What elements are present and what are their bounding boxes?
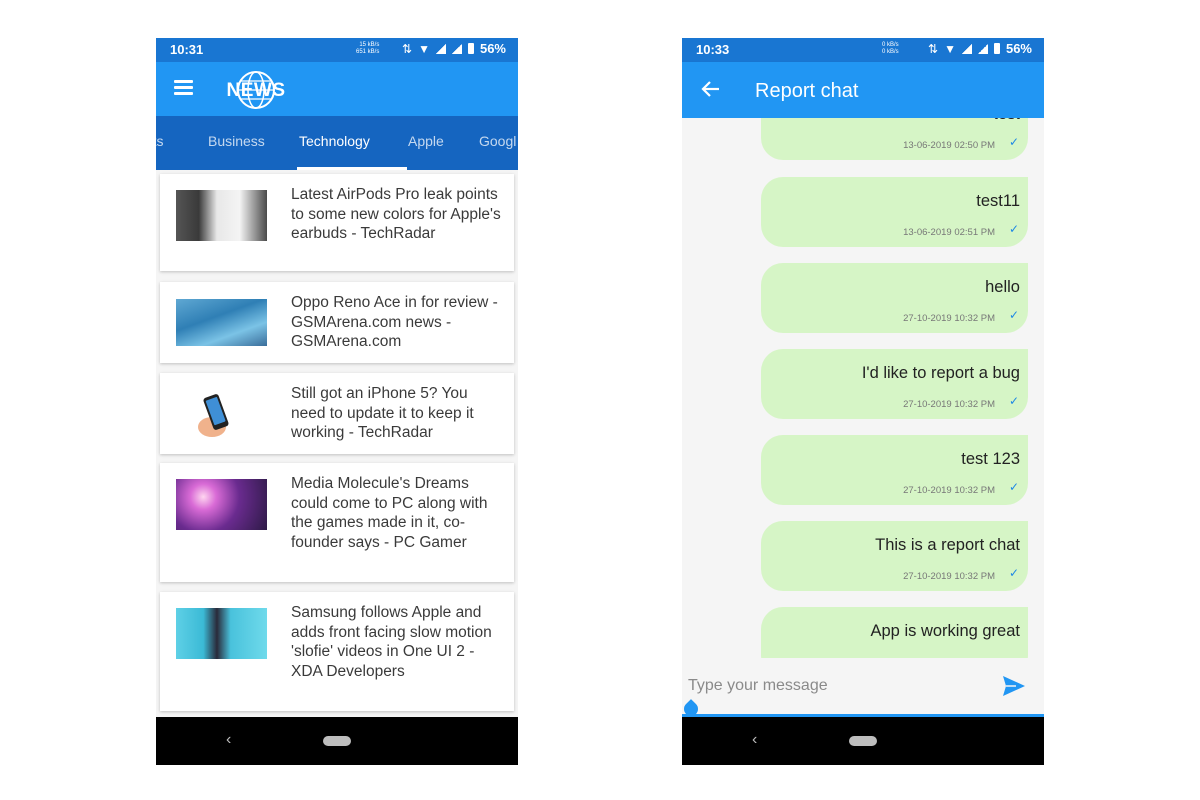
- app-bar: Report chat: [682, 62, 1044, 118]
- back-arrow-icon[interactable]: [700, 78, 722, 100]
- news-card[interactable]: Oppo Reno Ace in for review - GSMArena.c…: [160, 282, 514, 363]
- check-icon: ✓: [1008, 222, 1019, 236]
- news-title: Latest AirPods Pro leak points to some n…: [291, 186, 501, 242]
- check-icon: ✓: [1008, 135, 1019, 149]
- message-input[interactable]: [688, 672, 978, 700]
- oppo-phone-thumbnail: [176, 299, 267, 346]
- message-text: test: [993, 118, 1020, 124]
- message-text: I'd like to report a bug: [861, 364, 1020, 382]
- signal-icon: [977, 43, 988, 54]
- wifi-icon: ▼: [418, 41, 430, 56]
- one-ui-thumbnail: [176, 608, 267, 659]
- message-text: App is working great: [870, 622, 1021, 640]
- status-bar: 10:31 15 kB/s 651 kB/s ⇅ ▼ 56%: [156, 38, 518, 62]
- message-bubble[interactable]: test 13-06-2019 02:50 PM ✓: [761, 118, 1028, 160]
- message-timestamp: 27-10-2019 10:32 PM: [903, 571, 995, 582]
- message-text: This is a report chat: [875, 536, 1020, 554]
- news-title: Oppo Reno Ace in for review - GSMArena.c…: [291, 294, 498, 350]
- signal-icon: [961, 43, 972, 54]
- nav-back-button[interactable]: ‹: [752, 731, 757, 749]
- system-nav-bar: ‹: [682, 717, 1044, 765]
- news-title: Samsung follows Apple and adds front fac…: [291, 604, 492, 680]
- nav-home-button[interactable]: [849, 736, 877, 746]
- message-bubble[interactable]: test11 13-06-2019 02:51 PM ✓: [761, 177, 1028, 247]
- message-timestamp: 27-10-2019 10:32 PM: [903, 399, 995, 410]
- message-bubble[interactable]: hello 27-10-2019 10:32 PM ✓: [761, 263, 1028, 333]
- logo-text: NEWS: [226, 80, 286, 101]
- news-app-screen: 10:31 15 kB/s 651 kB/s ⇅ ▼ 56% NEWS s Bu…: [156, 38, 518, 765]
- message-timestamp: 13-06-2019 02:51 PM: [903, 227, 995, 238]
- wifi-icon: ▼: [944, 41, 956, 56]
- dreams-thumbnail: [176, 479, 267, 530]
- message-text: test11: [976, 192, 1020, 210]
- nav-home-button[interactable]: [323, 736, 351, 746]
- news-title: Media Molecule's Dreams could come to PC…: [291, 475, 488, 551]
- message-timestamp: 13-06-2019 02:50 PM: [903, 140, 995, 151]
- tab-business[interactable]: Business: [208, 133, 265, 149]
- send-icon[interactable]: [1002, 675, 1026, 697]
- message-bubble[interactable]: test 123 27-10-2019 10:32 PM ✓: [761, 435, 1028, 505]
- status-icons: ⇅ ▼ 56%: [402, 41, 506, 56]
- tab-sports[interactable]: rts: [156, 133, 164, 149]
- data-transfer-icon: ⇅: [402, 41, 413, 56]
- message-bubble[interactable]: App is working great: [761, 607, 1028, 658]
- battery-percent: 56%: [479, 41, 506, 56]
- battery-icon: [467, 43, 474, 54]
- battery-percent: 56%: [1005, 41, 1032, 56]
- news-card[interactable]: Latest AirPods Pro leak points to some n…: [160, 174, 514, 271]
- tab-apple[interactable]: Apple: [408, 133, 444, 149]
- signal-icon: [451, 43, 462, 54]
- signal-icon: [435, 43, 446, 54]
- news-logo: NEWS: [226, 70, 286, 110]
- news-card[interactable]: Media Molecule's Dreams could come to PC…: [160, 463, 514, 582]
- message-text: hello: [985, 278, 1020, 296]
- status-bar: 10:33 0 kB/s 0 kB/s ⇅ ▼ 56%: [682, 38, 1044, 62]
- message-bubble[interactable]: This is a report chat 27-10-2019 10:32 P…: [761, 521, 1028, 591]
- tab-indicator: [297, 167, 407, 170]
- check-icon: ✓: [1008, 566, 1019, 580]
- message-timestamp: 27-10-2019 10:32 PM: [903, 313, 995, 324]
- network-speed: 0 kB/s 0 kB/s: [882, 42, 899, 55]
- tab-google[interactable]: Googl: [479, 133, 516, 149]
- news-card[interactable]: Still got an iPhone 5? You need to updat…: [160, 373, 514, 454]
- status-icons: ⇅ ▼ 56%: [928, 41, 1032, 56]
- tab-technology[interactable]: Technology: [299, 133, 370, 149]
- iphone-hand-thumbnail: [176, 389, 267, 440]
- data-transfer-icon: ⇅: [928, 41, 939, 56]
- news-title: Still got an iPhone 5? You need to updat…: [291, 385, 474, 441]
- check-icon: ✓: [1008, 308, 1019, 322]
- news-card[interactable]: Samsung follows Apple and adds front fac…: [160, 592, 514, 711]
- category-tabs: rts Business Technology Apple Googl: [156, 116, 518, 170]
- message-bubble[interactable]: I'd like to report a bug 27-10-2019 10:3…: [761, 349, 1028, 419]
- message-timestamp: 27-10-2019 10:32 PM: [903, 485, 995, 496]
- battery-icon: [993, 43, 1000, 54]
- menu-icon[interactable]: [174, 80, 193, 95]
- message-composer: [682, 658, 1044, 719]
- network-speed: 15 kB/s 651 kB/s: [356, 42, 380, 55]
- system-nav-bar: ‹: [156, 717, 518, 765]
- chat-messages: test 13-06-2019 02:50 PM ✓ test11 13-06-…: [682, 118, 1044, 658]
- check-icon: ✓: [1008, 480, 1019, 494]
- nav-back-button[interactable]: ‹: [226, 731, 231, 749]
- report-chat-screen: 10:33 0 kB/s 0 kB/s ⇅ ▼ 56% Report chat …: [682, 38, 1044, 765]
- page-title: Report chat: [755, 80, 859, 102]
- airpods-thumbnail: [176, 190, 267, 241]
- status-time: 10:31: [170, 42, 204, 57]
- status-time: 10:33: [696, 42, 730, 57]
- check-icon: ✓: [1008, 394, 1019, 408]
- message-text: test 123: [961, 450, 1020, 468]
- app-bar: NEWS: [156, 62, 518, 116]
